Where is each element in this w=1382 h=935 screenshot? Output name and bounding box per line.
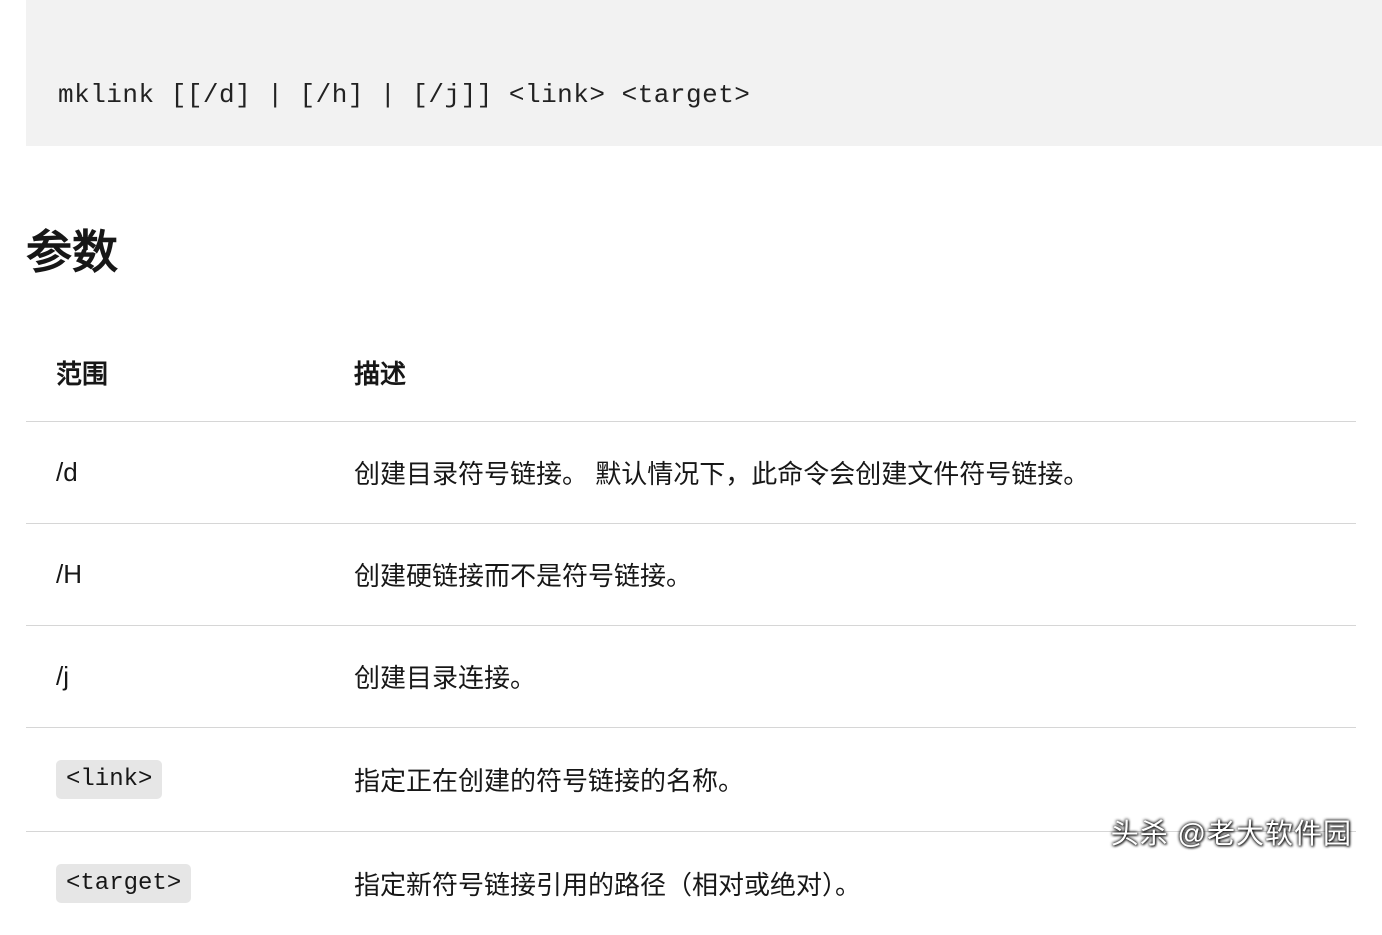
desc-cell: 创建目录符号链接。 默认情况下，此命令会创建文件符号链接。 bbox=[324, 422, 1356, 524]
param-cell: <link> bbox=[26, 728, 324, 832]
header-desc: 描述 bbox=[324, 332, 1356, 422]
top-gray-bar bbox=[26, 0, 1382, 50]
param-cell: /j bbox=[26, 626, 324, 728]
code-tag: <target> bbox=[56, 864, 191, 903]
table-row: /H创建硬链接而不是符号链接。 bbox=[26, 524, 1356, 626]
watermark: 头杀 @老大软件园 bbox=[1111, 812, 1352, 852]
header-param: 范围 bbox=[26, 332, 324, 422]
table-row: /d创建目录符号链接。 默认情况下，此命令会创建文件符号链接。 bbox=[26, 422, 1356, 524]
param-cell: /d bbox=[26, 422, 324, 524]
syntax-text: mklink [[/d] | [/h] | [/j]] <link> <targ… bbox=[58, 80, 750, 110]
syntax-code-block: mklink [[/d] | [/h] | [/j]] <link> <targ… bbox=[26, 50, 1382, 146]
param-cell: <target> bbox=[26, 832, 324, 935]
code-tag: <link> bbox=[56, 760, 162, 799]
table-row: /j创建目录连接。 bbox=[26, 626, 1356, 728]
param-cell: /H bbox=[26, 524, 324, 626]
section-title: 参数 bbox=[26, 216, 1382, 282]
desc-cell: 创建目录连接。 bbox=[324, 626, 1356, 728]
desc-cell: 创建硬链接而不是符号链接。 bbox=[324, 524, 1356, 626]
